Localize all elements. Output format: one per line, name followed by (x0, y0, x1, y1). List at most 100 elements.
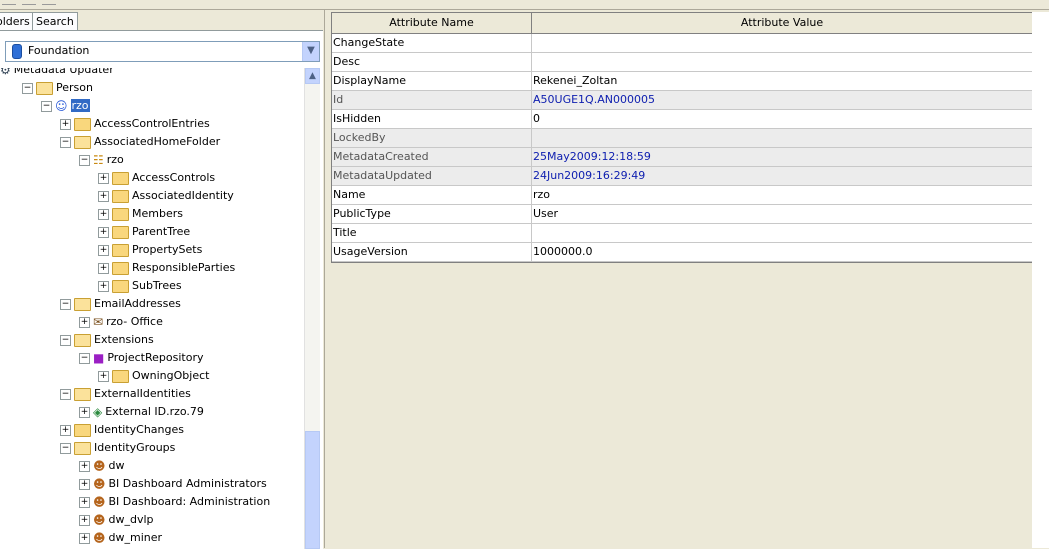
tree-node[interactable]: − ■ ProjectRepository (79, 349, 203, 367)
tree-node[interactable]: + OwningObject (98, 367, 209, 385)
tree-node[interactable]: − EmailAddresses (60, 295, 181, 313)
attribute-value-cell[interactable] (532, 34, 1033, 52)
group-icon: ☻ (93, 477, 106, 491)
collapse-icon[interactable]: − (79, 352, 90, 364)
tree-node[interactable]: − ☺ rzo (41, 97, 90, 115)
repository-select[interactable]: Foundation ▼ (5, 41, 320, 62)
table-row[interactable]: IsHidden 0 (332, 110, 1033, 129)
table-row[interactable]: MetadataCreated 25May2009:12:18:59 (332, 148, 1033, 167)
expand-icon[interactable]: + (79, 316, 90, 328)
tree-node[interactable]: + PropertySets (98, 241, 202, 259)
expand-icon[interactable]: + (60, 424, 71, 436)
pane-splitter[interactable] (324, 10, 331, 548)
tree-node[interactable]: + AccessControlEntries (60, 115, 210, 133)
collapse-icon[interactable]: − (79, 154, 90, 166)
table-row[interactable]: LockedBy (332, 129, 1033, 148)
expand-icon[interactable]: + (98, 244, 109, 256)
table-row[interactable]: DisplayName Rekenei_Zoltan (332, 72, 1033, 91)
scroll-thumb[interactable] (305, 431, 320, 549)
expand-icon[interactable]: + (98, 280, 109, 292)
collapse-icon[interactable]: − (60, 334, 71, 346)
expand-icon[interactable]: + (98, 190, 109, 202)
attribute-name-cell: Title (332, 224, 532, 242)
tree-node-label: AssociatedIdentity (132, 189, 234, 202)
folder-icon (112, 261, 129, 275)
tree-node[interactable]: + ☻ dw_dvlp (79, 511, 154, 529)
table-row[interactable]: Desc (332, 53, 1033, 72)
expand-icon[interactable]: + (98, 370, 109, 382)
tree-node[interactable]: + ParentTree (98, 223, 190, 241)
tree-folder-icon: ☷ (93, 153, 104, 167)
table-row[interactable]: Title (332, 224, 1033, 243)
tree-node[interactable]: + ResponsibleParties (98, 259, 235, 277)
expand-icon[interactable]: + (98, 208, 109, 220)
attribute-value-cell[interactable]: 1000000.0 (532, 243, 1033, 261)
expand-icon[interactable]: + (79, 514, 90, 526)
attribute-value-cell[interactable] (532, 53, 1033, 71)
tab-search[interactable]: Search (32, 12, 78, 31)
table-row[interactable]: ChangeState (332, 34, 1033, 53)
tree-node[interactable]: + ☻ dw (79, 457, 125, 475)
tree-node[interactable]: − Person (22, 79, 93, 97)
expand-icon[interactable]: + (79, 532, 90, 544)
chevron-down-icon[interactable]: ▼ (302, 42, 319, 61)
tree-node[interactable]: + Members (98, 205, 183, 223)
tree-node-label: dw_dvlp (108, 513, 154, 526)
toolbar-grip (42, 0, 56, 5)
attribute-value-cell[interactable]: User (532, 205, 1033, 223)
attribute-value-cell[interactable]: rzo (532, 186, 1033, 204)
group-icon: ☻ (93, 531, 106, 545)
tree-node[interactable]: + AssociatedIdentity (98, 187, 234, 205)
scroll-up-icon[interactable]: ▲ (305, 68, 320, 84)
expand-icon[interactable]: + (60, 118, 71, 130)
attribute-name-cell: DisplayName (332, 72, 532, 90)
tree-scrollbar[interactable]: ▲ (304, 68, 320, 549)
group-icon: ☻ (93, 459, 106, 473)
expand-icon[interactable]: + (79, 496, 90, 508)
tree-node[interactable]: + SubTrees (98, 277, 182, 295)
column-header-attribute-value[interactable]: Attribute Value (532, 13, 1033, 33)
tree-node[interactable]: + AccessControls (98, 169, 215, 187)
folder-icon (74, 117, 91, 131)
table-row[interactable]: Id A50UGE1Q.AN000005 (332, 91, 1033, 110)
tree-node[interactable]: + ✉ rzo- Office (79, 313, 163, 331)
attribute-name-cell: MetadataCreated (332, 148, 532, 166)
collapse-icon[interactable]: − (60, 136, 71, 148)
attribute-value-cell[interactable]: 0 (532, 110, 1033, 128)
attribute-name-cell: Id (332, 91, 532, 109)
expand-icon[interactable]: + (79, 478, 90, 490)
collapse-icon[interactable]: − (60, 388, 71, 400)
collapse-icon[interactable]: − (60, 442, 71, 454)
metadata-tree[interactable]: ⚙ Metadata Updater − Person − ☺ rzo + AccessCont… (0, 68, 304, 549)
tree-node-label: dw_miner (108, 531, 163, 544)
tree-node[interactable]: − IdentityGroups (60, 439, 175, 457)
expand-icon[interactable]: + (79, 460, 90, 472)
table-row[interactable]: UsageVersion 1000000.0 (332, 243, 1033, 262)
tree-node-label: dw (108, 459, 125, 472)
table-row[interactable]: MetadataUpdated 24Jun2009:16:29:49 (332, 167, 1033, 186)
expand-icon[interactable]: + (79, 406, 90, 418)
collapse-icon[interactable]: − (60, 298, 71, 310)
tree-node[interactable]: ⚙ Metadata Updater (0, 68, 114, 79)
tree-node[interactable]: − Extensions (60, 331, 154, 349)
column-header-attribute-name[interactable]: Attribute Name (332, 13, 532, 33)
collapse-icon[interactable]: − (22, 82, 33, 94)
table-row[interactable]: PublicType User (332, 205, 1033, 224)
collapse-icon[interactable]: − (41, 100, 52, 112)
tree-node[interactable]: − AssociatedHomeFolder (60, 133, 220, 151)
tree-node[interactable]: + ◈ External ID.rzo.79 (79, 403, 204, 421)
expand-icon[interactable]: + (98, 226, 109, 238)
attribute-name-cell: LockedBy (332, 129, 532, 147)
expand-icon[interactable]: + (98, 262, 109, 274)
tree-node[interactable]: + ☻ BI Dashboard: Administration (79, 493, 270, 511)
attribute-value-cell[interactable] (532, 224, 1033, 242)
tree-node[interactable]: − ☷ rzo (79, 151, 124, 169)
table-row[interactable]: Name rzo (332, 186, 1033, 205)
tree-node[interactable]: + ☻ BI Dashboard Administrators (79, 475, 267, 493)
attribute-value-cell[interactable]: Rekenei_Zoltan (532, 72, 1033, 90)
tree-node[interactable]: − ExternalIdentities (60, 385, 191, 403)
tree-node[interactable]: + ☻ dw_miner (79, 529, 162, 547)
attribute-value-cell: 24Jun2009:16:29:49 (532, 167, 1033, 185)
expand-icon[interactable]: + (98, 172, 109, 184)
tree-node[interactable]: + IdentityChanges (60, 421, 184, 439)
